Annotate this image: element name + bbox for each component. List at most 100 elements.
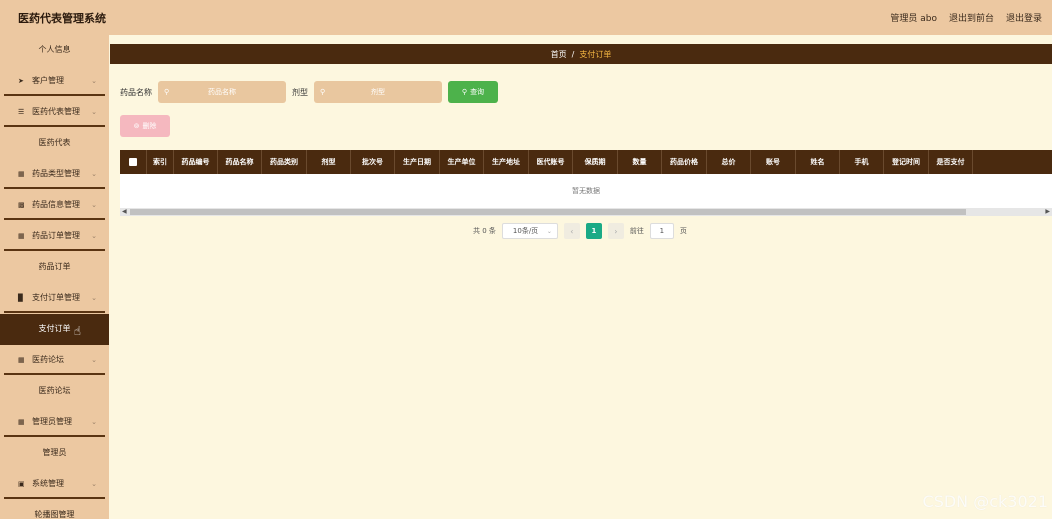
breadcrumb-separator: / xyxy=(571,49,575,59)
sidebar-item-drug-info-mgmt[interactable]: ▩ 药品信息管理 ⌄ xyxy=(0,190,109,221)
admin-user-label[interactable]: 管理员 abo xyxy=(890,11,937,24)
dosage-form-input[interactable]: ⚲ 剂型 xyxy=(314,81,442,103)
column-header: 账号 xyxy=(751,150,796,174)
sidebar-item-drug-order[interactable]: 药品订单 xyxy=(0,252,109,283)
delete-button[interactable]: ⊚ 删除 xyxy=(120,115,170,137)
chevron-left-icon: ‹ xyxy=(570,226,574,236)
sidebar-item-drug-type-mgmt[interactable]: ▦ 药品类型管理 ⌄ xyxy=(0,159,109,190)
select-all-checkbox[interactable] xyxy=(129,158,137,166)
column-header: 保质期 xyxy=(573,150,618,174)
drug-name-label: 药品名称 xyxy=(120,87,152,97)
breadcrumb-home[interactable]: 首页 xyxy=(551,49,567,60)
scroll-right-icon[interactable]: ▶ xyxy=(1045,208,1050,215)
horizontal-scrollbar[interactable]: ◀ ▶ xyxy=(120,208,1052,216)
sidebar-item-label: 管理员管理 xyxy=(32,417,72,426)
chevron-down-icon: ⌄ xyxy=(91,200,97,209)
chevron-down-icon: ⌄ xyxy=(91,417,97,426)
column-header: 手机 xyxy=(840,150,884,174)
chevron-down-icon: ⌄ xyxy=(91,293,97,302)
dosage-form-placeholder: 剂型 xyxy=(371,88,385,96)
sidebar-item-label: 药品订单管理 xyxy=(32,231,80,240)
goto-label: 前往 xyxy=(629,227,644,235)
watermark: CSDN @ck3021 xyxy=(922,492,1048,511)
sidebar-item-drug-order-mgmt[interactable]: ▦ 药品订单管理 ⌄ xyxy=(0,221,109,252)
query-button-label: 查询 xyxy=(470,88,485,96)
sidebar-item-label: 支付订单 xyxy=(38,324,71,333)
sidebar-item-payment-mgmt[interactable]: ▉ 支付订单管理 ⌄ xyxy=(0,283,109,314)
sidebar: 个人信息 ➤ 客户管理 ⌄ ☰ 医药代表管理 ⌄ 医药代表 ▦ 药品类型管理 ⌄… xyxy=(0,35,109,519)
goto-page-input[interactable]: 1 xyxy=(649,223,674,239)
page-unit-label: 页 xyxy=(679,227,687,235)
column-header: 姓名 xyxy=(796,150,840,174)
drug-name-placeholder: 药品名称 xyxy=(208,88,236,96)
chevron-down-icon: ⌄ xyxy=(91,355,97,364)
app-title: 医药代表管理系统 xyxy=(18,11,106,25)
chevron-down-icon: ⌄ xyxy=(91,169,97,178)
search-icon: ⚲ xyxy=(461,88,468,96)
sidebar-item-forum[interactable]: 医药论坛 xyxy=(0,376,109,407)
send-icon: ➤ xyxy=(18,76,24,85)
table-empty-state: 暂无数据 xyxy=(120,174,1052,208)
sidebar-item-carousel[interactable]: 轮播图管理 xyxy=(0,500,109,519)
chevron-right-icon: › xyxy=(614,226,618,236)
column-header: 剂型 xyxy=(307,150,351,174)
column-header: 药品编号 xyxy=(174,150,218,174)
sidebar-item-label: 客户管理 xyxy=(32,76,64,85)
page-number-current[interactable]: 1 xyxy=(585,223,602,239)
sidebar-item-label: 医药论坛 xyxy=(38,386,71,395)
scrollbar-thumb[interactable] xyxy=(130,209,966,215)
column-header: 数量 xyxy=(618,150,662,174)
breadcrumb-current: 支付订单 xyxy=(579,49,612,59)
sidebar-item-label: 药品信息管理 xyxy=(32,200,80,209)
bar-chart-icon: ▉ xyxy=(18,293,24,302)
trash-icon: ⊚ xyxy=(133,122,140,130)
main-content: 首页 / 支付订单 药品名称 ⚲ 药品名称 剂型 ⚲ 剂型 ⚲ 查询 ⊚ 删除 … xyxy=(109,35,1052,519)
sidebar-item-profile[interactable]: 个人信息 xyxy=(0,35,109,66)
sidebar-item-rep[interactable]: 医药代表 xyxy=(0,128,109,159)
chevron-down-icon: ⌄ xyxy=(91,107,97,116)
query-button[interactable]: ⚲ 查询 xyxy=(448,81,498,103)
sidebar-item-admin-mgmt[interactable]: ▦ 管理员管理 ⌄ xyxy=(0,407,109,438)
sidebar-item-label: 系统管理 xyxy=(32,479,64,488)
grid-icon: ▦ xyxy=(18,169,25,178)
sidebar-item-rep-mgmt[interactable]: ☰ 医药代表管理 ⌄ xyxy=(0,97,109,128)
grid-icon: ▦ xyxy=(18,231,25,240)
column-header: 生产单位 xyxy=(440,150,484,174)
column-header: 药品类别 xyxy=(262,150,307,174)
sidebar-item-customer-mgmt[interactable]: ➤ 客户管理 ⌄ xyxy=(0,66,109,97)
sidebar-item-admin[interactable]: 管理员 xyxy=(0,438,109,469)
dosage-form-label: 剂型 xyxy=(292,87,308,97)
chevron-down-icon: ⌄ xyxy=(91,231,97,240)
prev-page-button[interactable]: ‹ xyxy=(563,223,580,239)
sidebar-item-label: 轮播图管理 xyxy=(34,510,75,519)
sidebar-item-label: 医药代表管理 xyxy=(32,107,80,116)
column-header: 索引 xyxy=(147,150,174,174)
pagination: 共 0 条 10条/页 ⌄ ‹ 1 › 前往 1 页 xyxy=(473,223,687,239)
sidebar-item-payment-order[interactable]: 支付订单 ☝ xyxy=(0,314,109,345)
clipboard-icon: ▩ xyxy=(18,200,25,209)
orders-table: 索引 药品编号 药品名称 药品类别 剂型 批次号 生产日期 生产单位 生产地址 医代账号 保质期 数量… xyxy=(120,150,1052,216)
breadcrumb: 首页 / 支付订单 xyxy=(110,44,1052,64)
chevron-down-icon: ⌄ xyxy=(91,76,97,85)
sidebar-item-forum-mgmt[interactable]: ▦ 医药论坛 ⌄ xyxy=(0,345,109,376)
drug-name-input[interactable]: ⚲ 药品名称 xyxy=(158,81,286,103)
scroll-left-icon[interactable]: ◀ xyxy=(122,208,127,215)
page-size-select[interactable]: 10条/页 ⌄ xyxy=(501,223,558,239)
sidebar-item-label: 支付订单管理 xyxy=(32,293,80,302)
column-header: 总价 xyxy=(707,150,751,174)
logout-link[interactable]: 退出登录 xyxy=(1006,11,1042,24)
page-size-value: 10条/页 xyxy=(512,227,539,235)
column-header: 药品名称 xyxy=(218,150,262,174)
sidebar-item-label: 药品订单 xyxy=(38,262,71,271)
select-all-checkbox-cell[interactable] xyxy=(120,150,147,174)
grid-icon: ▦ xyxy=(18,355,25,364)
next-page-button[interactable]: › xyxy=(607,223,624,239)
column-header: 生产日期 xyxy=(395,150,440,174)
header-actions: 管理员 abo 退出到前台 退出登录 xyxy=(890,11,1042,24)
sidebar-item-system-mgmt[interactable]: ▣ 系统管理 ⌄ xyxy=(0,469,109,500)
sidebar-item-label: 药品类型管理 xyxy=(32,169,80,178)
column-header: 登记时间 xyxy=(884,150,929,174)
search-form: 药品名称 ⚲ 药品名称 剂型 ⚲ 剂型 ⚲ 查询 xyxy=(120,81,498,103)
exit-to-front-link[interactable]: 退出到前台 xyxy=(949,11,994,24)
table-header: 索引 药品编号 药品名称 药品类别 剂型 批次号 生产日期 生产单位 生产地址 医代账号 保质期 数量… xyxy=(120,150,1052,174)
